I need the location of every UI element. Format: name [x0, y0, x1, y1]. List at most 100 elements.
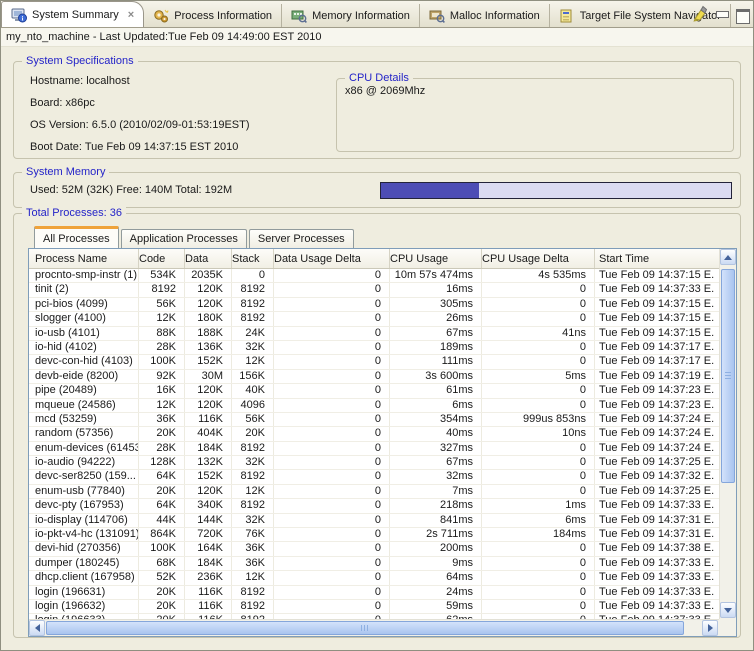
table-cell: 116K [185, 413, 232, 426]
table-row[interactable]: pci-bios (4099)56K120K81920305ms0Tue Feb… [29, 298, 719, 312]
table-cell: 841ms [390, 514, 482, 527]
tab-label: Application Processes [130, 233, 238, 245]
table-cell: 20K [139, 600, 185, 613]
table-row[interactable]: devc-ser8250 (159...64K152K8192032ms0Tue… [29, 470, 719, 484]
table-row[interactable]: pipe (20489)16K120K40K061ms0Tue Feb 09 1… [29, 384, 719, 398]
table-cell: 120K [185, 485, 232, 498]
column-header[interactable]: CPU Usage [390, 249, 482, 268]
table-row[interactable]: tinit (2)8192120K8192016ms0Tue Feb 09 14… [29, 283, 719, 297]
table-cell: 68K [139, 557, 185, 570]
table-cell: 0 [482, 442, 595, 455]
horizontal-scrollbar[interactable] [29, 619, 719, 636]
table-cell: 12K [232, 485, 274, 498]
table-cell: 2035K [185, 269, 232, 282]
table-row[interactable]: dumper (180245)68K184K36K09ms0Tue Feb 09… [29, 557, 719, 571]
table-cell: 9ms [390, 557, 482, 570]
table-row[interactable]: procnto-smp-instr (1)534K2035K0010m 57s … [29, 269, 719, 283]
boot-date-line: Boot Date: Tue Feb 09 14:37:15 EST 2010 [14, 136, 250, 158]
table-row[interactable]: io-display (114706)44K144K32K0841ms6msTu… [29, 514, 719, 528]
scroll-left-button[interactable] [29, 620, 45, 636]
scroll-right-button[interactable] [702, 620, 718, 636]
column-header[interactable]: Code [139, 249, 185, 268]
column-header[interactable]: Data [185, 249, 232, 268]
table-row[interactable]: devc-pty (167953)64K340K81920218ms1msTue… [29, 499, 719, 513]
table-cell: 1ms [482, 499, 595, 512]
table-cell: 184K [185, 442, 232, 455]
table-row[interactable]: slogger (4100)12K180K8192026ms0Tue Feb 0… [29, 312, 719, 326]
table-row[interactable]: random (57356)20K404K20K040ms10nsTue Feb… [29, 427, 719, 441]
table-cell: 0 [274, 312, 390, 325]
table-row[interactable]: devb-eide (8200)92K30M156K03s 600ms5msTu… [29, 370, 719, 384]
scroll-up-button[interactable] [720, 249, 736, 265]
system-information-view: i System Summary × Process Information M… [0, 0, 754, 651]
table-cell: 120K [185, 384, 232, 397]
table-cell: 0 [482, 384, 595, 397]
table-body: procnto-smp-instr (1)534K2035K0010m 57s … [29, 269, 719, 619]
tab-malloc-information[interactable]: Malloc Information [420, 4, 550, 27]
table-cell: 10m 57s 474ms [390, 269, 482, 282]
tab-memory-information[interactable]: Memory Information [282, 4, 420, 27]
highlighter-icon[interactable] [691, 4, 709, 25]
table-cell: 184K [185, 557, 232, 570]
table-cell: 32K [232, 514, 274, 527]
table-cell: mcd (53259) [29, 413, 139, 426]
table-cell: 61ms [390, 384, 482, 397]
table-cell: Tue Feb 09 14:37:32 E. [595, 470, 719, 483]
scroll-down-button[interactable] [720, 602, 736, 618]
column-header[interactable]: Data Usage Delta [274, 249, 390, 268]
table-row[interactable]: io-usb (4101)88K188K24K067ms41nsTue Feb … [29, 327, 719, 341]
view-tab-bar: i System Summary × Process Information M… [1, 1, 753, 28]
table-row[interactable]: devi-hid (270356)100K164K36K0200ms0Tue F… [29, 542, 719, 556]
table-cell: 999us 853ns [482, 413, 595, 426]
table-cell: 36K [139, 413, 185, 426]
table-cell: 5ms [482, 370, 595, 383]
tab-server-processes[interactable]: Server Processes [249, 229, 354, 248]
table-cell: 32ms [390, 470, 482, 483]
table-row[interactable]: mqueue (24586)12K120K409606ms0Tue Feb 09… [29, 399, 719, 413]
table-cell: 116K [185, 586, 232, 599]
table-cell: 184ms [482, 528, 595, 541]
tab-process-information[interactable]: Process Information [144, 4, 282, 27]
column-header[interactable]: Stack [232, 249, 274, 268]
table-cell: 0 [482, 399, 595, 412]
table-row[interactable]: io-pkt-v4-hc (131091)864K720K76K02s 711m… [29, 528, 719, 542]
table-cell: 100K [139, 355, 185, 368]
table-row[interactable]: enum-usb (77840)20K120K12K07ms0Tue Feb 0… [29, 485, 719, 499]
table-row[interactable]: mcd (53259)36K116K56K0354ms999us 853nsTu… [29, 413, 719, 427]
table-cell: 20K [232, 427, 274, 440]
process-table: Process NameCodeDataStackData Usage Delt… [28, 248, 737, 637]
table-row[interactable]: enum-devices (61453)28K184K81920327ms0Tu… [29, 442, 719, 456]
table-row[interactable]: dhcp.client (167958)52K236K12K064ms0Tue … [29, 571, 719, 585]
horizontal-scrollbar-thumb[interactable] [46, 621, 684, 635]
tab-all-processes[interactable]: All Processes [34, 226, 119, 248]
tab-application-processes[interactable]: Application Processes [121, 229, 247, 248]
tab-system-summary[interactable]: i System Summary × [1, 1, 144, 27]
table-cell: 44K [139, 514, 185, 527]
maximize-button[interactable] [736, 9, 749, 20]
table-cell: 188K [185, 327, 232, 340]
minimize-button[interactable] [716, 9, 729, 20]
table-cell: 8192 [232, 499, 274, 512]
table-cell: 0 [274, 514, 390, 527]
table-row[interactable]: login (196631)20K116K8192024ms0Tue Feb 0… [29, 586, 719, 600]
table-cell: random (57356) [29, 427, 139, 440]
vertical-scrollbar[interactable] [719, 249, 736, 619]
table-row[interactable]: io-hid (4102)28K136K32K0189ms0Tue Feb 09… [29, 341, 719, 355]
table-row[interactable]: login (196632)20K116K8192059ms0Tue Feb 0… [29, 600, 719, 614]
close-icon[interactable]: × [128, 9, 134, 21]
table-row[interactable]: io-audio (94222)128K132K32K067ms0Tue Feb… [29, 456, 719, 470]
table-cell: io-display (114706) [29, 514, 139, 527]
column-header[interactable]: Process Name [29, 249, 139, 268]
table-cell: 8192 [232, 470, 274, 483]
table-cell: 0 [274, 456, 390, 469]
table-cell: 8192 [232, 600, 274, 613]
column-header[interactable]: Start Time [595, 249, 719, 268]
table-cell: 0 [274, 399, 390, 412]
table-row[interactable]: devc-con-hid (4103)100K152K12K0111ms0Tue… [29, 355, 719, 369]
table-cell: 20K [139, 427, 185, 440]
table-cell: 0 [274, 355, 390, 368]
table-cell: devb-eide (8200) [29, 370, 139, 383]
column-header[interactable]: CPU Usage Delta [482, 249, 595, 268]
vertical-scrollbar-thumb[interactable] [721, 269, 735, 483]
table-cell: 327ms [390, 442, 482, 455]
